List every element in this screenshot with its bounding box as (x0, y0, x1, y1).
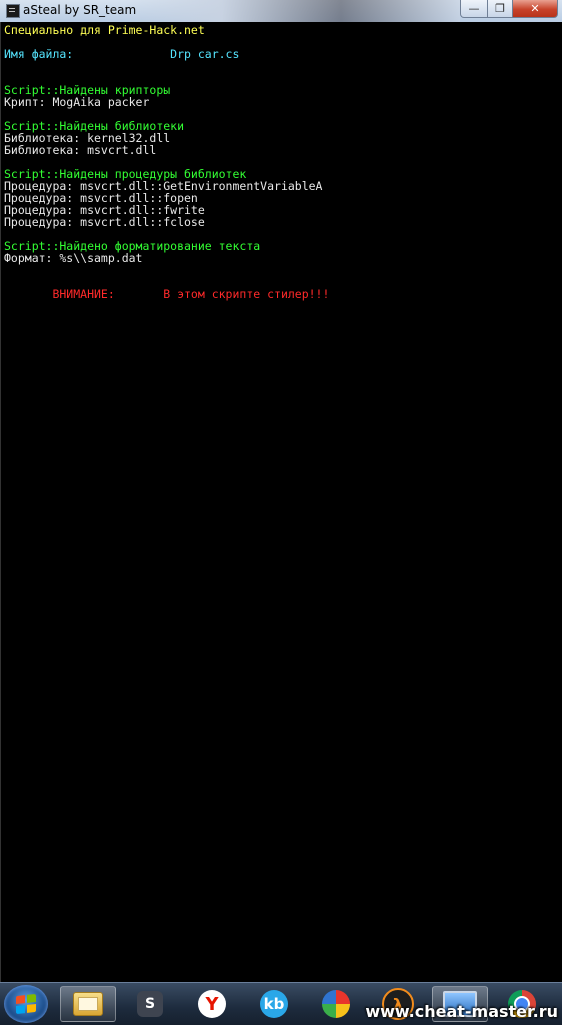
console-app-icon[interactable] (6, 4, 20, 18)
kb-taskbar-button[interactable]: kb (246, 986, 302, 1022)
yandex-taskbar-button[interactable]: Y (184, 986, 240, 1022)
windows-flag-icon (16, 993, 36, 1015)
console-line: Формат: %s\\samp.dat (4, 251, 143, 265)
console-line: Крипт: MogAika packer (4, 95, 150, 109)
minimize-button[interactable]: — (460, 0, 488, 18)
window-title: aSteal by SR_team (23, 3, 137, 17)
close-button[interactable]: ✕ (513, 0, 558, 18)
console-line: Специально для Prime-Hack.net (4, 23, 205, 37)
maximize-button[interactable]: ❐ (488, 0, 513, 18)
picasa-icon (322, 990, 350, 1018)
window-controls: — ❐ ✕ (460, 0, 558, 18)
steam-taskbar-button[interactable]: S (122, 986, 178, 1022)
window-title-bar[interactable]: aSteal by SR_team — ❐ ✕ (0, 0, 562, 23)
yandex-browser-icon: Y (198, 990, 226, 1018)
steam-icon: S (137, 991, 163, 1017)
close-icon: ✕ (530, 2, 540, 15)
kb-icon: kb (260, 990, 288, 1018)
start-button[interactable] (4, 985, 48, 1023)
picasa-taskbar-button[interactable] (308, 986, 364, 1022)
maximize-icon: ❐ (495, 2, 505, 15)
title-bar-background (120, 0, 460, 22)
console-line: Библиотека: msvcrt.dll (4, 143, 157, 157)
minimize-icon: — (468, 2, 480, 15)
explorer-taskbar-button[interactable] (60, 986, 116, 1022)
warning-line: ВНИМАНИЕ: В этом скрипте стилер!!! (4, 287, 330, 301)
console-line: Процедура: msvcrt.dll::fclose (4, 215, 205, 229)
folder-icon (73, 992, 103, 1016)
watermark: www.cheat-master.ru (365, 1002, 558, 1021)
console-output[interactable]: Специально для Prime-Hack.net Имя файла:… (0, 22, 562, 982)
console-line: Имя файла: Drp car.cs (4, 47, 240, 61)
